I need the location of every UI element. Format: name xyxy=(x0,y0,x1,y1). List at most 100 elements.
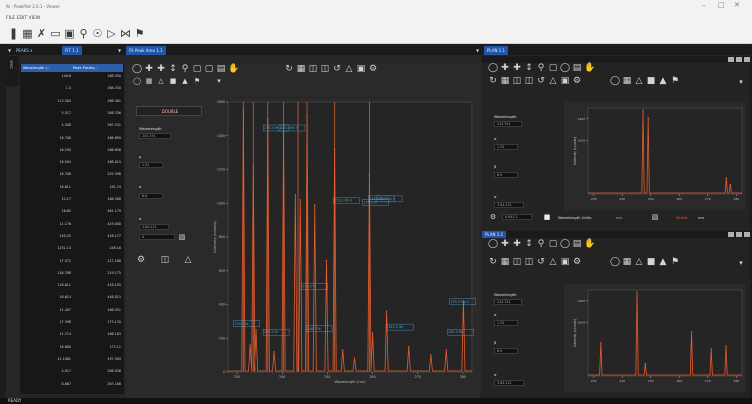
rb-alpha-input[interactable]: 1.52 xyxy=(494,320,518,326)
rt-table-icon[interactable]: ▦ xyxy=(622,77,632,86)
rb-circle-icon[interactable]: ◯ xyxy=(560,240,570,249)
column-header-peak-position[interactable]: Peak Positio... xyxy=(73,64,98,72)
table-row[interactable]: 116.788 219.175 xyxy=(21,270,123,277)
tab-fit[interactable]: FIT 1.1 xyxy=(62,46,82,55)
rt-fit-icon[interactable]: △ xyxy=(634,77,644,86)
table-row[interactable]: 11.407 186.551 xyxy=(21,307,123,314)
rt-image-icon[interactable]: ▣ xyxy=(560,77,570,86)
reset-small-icon[interactable]: ◯ xyxy=(132,77,142,86)
rb-tree-icon[interactable]: ▲ xyxy=(658,258,668,267)
trash-icon[interactable]: ▧ xyxy=(177,233,187,242)
rt-refresh-icon[interactable]: ↻ xyxy=(488,77,498,86)
rt-move-icon[interactable]: ✚ xyxy=(500,64,510,73)
rb-vertical-icon[interactable]: ↕ xyxy=(524,240,534,249)
grid-view-icon[interactable]: ▦ xyxy=(296,65,306,74)
rb-wavelength-input[interactable]: 243.351 xyxy=(494,299,522,305)
table-row[interactable]: 140.55 418.177 xyxy=(21,233,123,240)
tab-arrow-icon[interactable]: ▼ xyxy=(118,46,121,55)
rb-pin-icon[interactable]: ⚑ xyxy=(670,258,680,267)
rb-add-icon[interactable]: ✚ xyxy=(512,240,522,249)
chart-icon[interactable]: ▭ xyxy=(50,27,61,40)
rt-settings-icon[interactable]: ⚙ xyxy=(572,77,582,86)
zoom-icon[interactable]: ⚲ xyxy=(180,65,190,74)
rb-move-icon[interactable]: ✚ xyxy=(500,240,510,249)
target-icon[interactable]: ☉ xyxy=(92,27,103,40)
table-row[interactable]: 146.6 268.590 xyxy=(21,73,123,80)
table-row[interactable]: 1.4 268.330 xyxy=(21,85,123,92)
minimize-icon[interactable]: – xyxy=(702,1,706,9)
table-row[interactable]: 5.317 268.336 xyxy=(21,110,123,117)
reset-icon[interactable]: ◯ xyxy=(132,65,142,74)
rb-bars-icon[interactable]: ■ xyxy=(646,258,656,267)
box-zoom-icon[interactable]: ▢ xyxy=(192,65,202,74)
vertical-icon[interactable]: ↕ xyxy=(168,65,178,74)
rt-footer-trash-icon[interactable]: ▧ xyxy=(650,213,660,222)
rb-refresh-icon[interactable]: ↻ xyxy=(488,258,498,267)
fit-icon[interactable]: △ xyxy=(156,77,166,86)
tab-arrow-right-icon[interactable]: ▼ xyxy=(476,46,479,55)
table-row[interactable]: 116.611 418.195 xyxy=(21,282,123,289)
table-row[interactable]: 4.517 288.036 xyxy=(21,368,123,375)
close-icon[interactable]: ✕ xyxy=(734,1,740,9)
rb-settings-icon[interactable]: ⚙ xyxy=(572,258,582,267)
layers-icon[interactable]: ◫ xyxy=(308,65,318,74)
mu-input[interactable]: 1.52 xyxy=(139,162,163,168)
cross-icon[interactable]: ✗ xyxy=(36,27,47,40)
grid-icon[interactable]: ▦ xyxy=(22,27,33,40)
right-top-plot[interactable]: 230 240 250 260 270 280 1000 1400 Intensity (cou… xyxy=(564,102,746,210)
rb-export-icon[interactable]: ◫ xyxy=(524,258,534,267)
rb-zoom-icon[interactable]: ⚲ xyxy=(536,240,546,249)
right-bottom-close-icon[interactable] xyxy=(744,232,750,237)
extra-input[interactable]: 0 xyxy=(139,234,175,240)
sigma-input[interactable]: 3.84.221 xyxy=(139,224,169,230)
rb-reset2-icon[interactable]: ◯ xyxy=(610,258,620,267)
fit-box-icon[interactable]: ▢ xyxy=(204,65,214,74)
rt-reset-icon[interactable]: ◯ xyxy=(488,64,498,73)
main-plot[interactable]: 230 240 250 260 270 280 0 200 400 600 800 1000 1200 1… xyxy=(206,96,478,388)
rb-table-icon[interactable]: ▦ xyxy=(622,258,632,267)
right-top-restore-icon[interactable] xyxy=(728,57,734,62)
rt-footer-value[interactable]: 0.841.2 xyxy=(502,214,532,220)
camera-icon[interactable]: ▣ xyxy=(64,27,75,40)
copy-icon[interactable]: ◫ xyxy=(160,256,170,265)
rt-footer-peak-value[interactable]: nm xyxy=(698,215,704,220)
search-icon[interactable]: ⚲ xyxy=(78,27,89,40)
rt-footer-settings-icon[interactable]: ⚙ xyxy=(488,213,498,222)
rt-marker-icon[interactable]: △ xyxy=(548,77,558,86)
rb-grid-icon[interactable]: ▤ xyxy=(572,240,582,249)
rt-hand-icon[interactable]: ✋ xyxy=(584,64,595,73)
tab-plan-1[interactable]: PLAN 1.1 xyxy=(484,46,509,55)
rt-sigma-input[interactable]: 3.84.221 xyxy=(494,202,524,208)
refresh-icon[interactable]: ↻ xyxy=(284,65,294,74)
rb-layers-icon[interactable]: ◫ xyxy=(512,258,522,267)
table-row[interactable]: 8.667 267.188 xyxy=(21,381,123,388)
move-icon[interactable]: ✚ xyxy=(144,65,154,74)
rb-sigma-input[interactable]: 3.84.221 xyxy=(494,380,524,386)
rb-marker-icon[interactable]: △ xyxy=(548,258,558,267)
rb-rotate-icon[interactable]: ↺ xyxy=(536,258,546,267)
wavelength-input[interactable]: 243.351 xyxy=(139,133,171,139)
pin-icon[interactable]: ⚑ xyxy=(192,77,202,86)
rt-zoom-icon[interactable]: ⚲ xyxy=(536,64,546,73)
rt-beta-input[interactable]: 8.9 xyxy=(494,172,518,178)
rt-circle-icon[interactable]: ◯ xyxy=(560,64,570,73)
rt-add-icon[interactable]: ✚ xyxy=(512,64,522,73)
rt-footer-unit-value[interactable]: nm xyxy=(616,215,622,220)
logo-icon[interactable]: ❚ xyxy=(8,27,19,40)
table-row[interactable]: 16.65 461.179 xyxy=(21,208,123,215)
table-row[interactable]: 1231.14 248.16 xyxy=(21,245,123,252)
table-row[interactable]: 12.17 188.508 xyxy=(21,196,123,203)
rb-fit-icon[interactable]: △ xyxy=(634,258,644,267)
table-row[interactable]: 18.708 266.699 xyxy=(21,135,123,142)
right-top-close-icon[interactable] xyxy=(744,57,750,62)
rt-box-icon[interactable]: ▢ xyxy=(548,64,558,73)
add-icon[interactable]: ✚ xyxy=(156,65,166,74)
right-bottom-maximize-icon[interactable] xyxy=(736,232,742,237)
column-header-wavelength[interactable]: Wavelength (... xyxy=(23,64,50,72)
table-row[interactable]: 16.614 448.015 xyxy=(21,294,123,301)
rb-box-icon[interactable]: ▢ xyxy=(548,240,558,249)
rt-bars-icon[interactable]: ■ xyxy=(646,77,656,86)
lock-icon[interactable]: ▤ xyxy=(216,65,226,74)
table-row[interactable]: 18.880 173.11 xyxy=(21,344,123,351)
tab-fit-peak-area[interactable]: Fit Peak Area 1.1 xyxy=(126,46,166,55)
